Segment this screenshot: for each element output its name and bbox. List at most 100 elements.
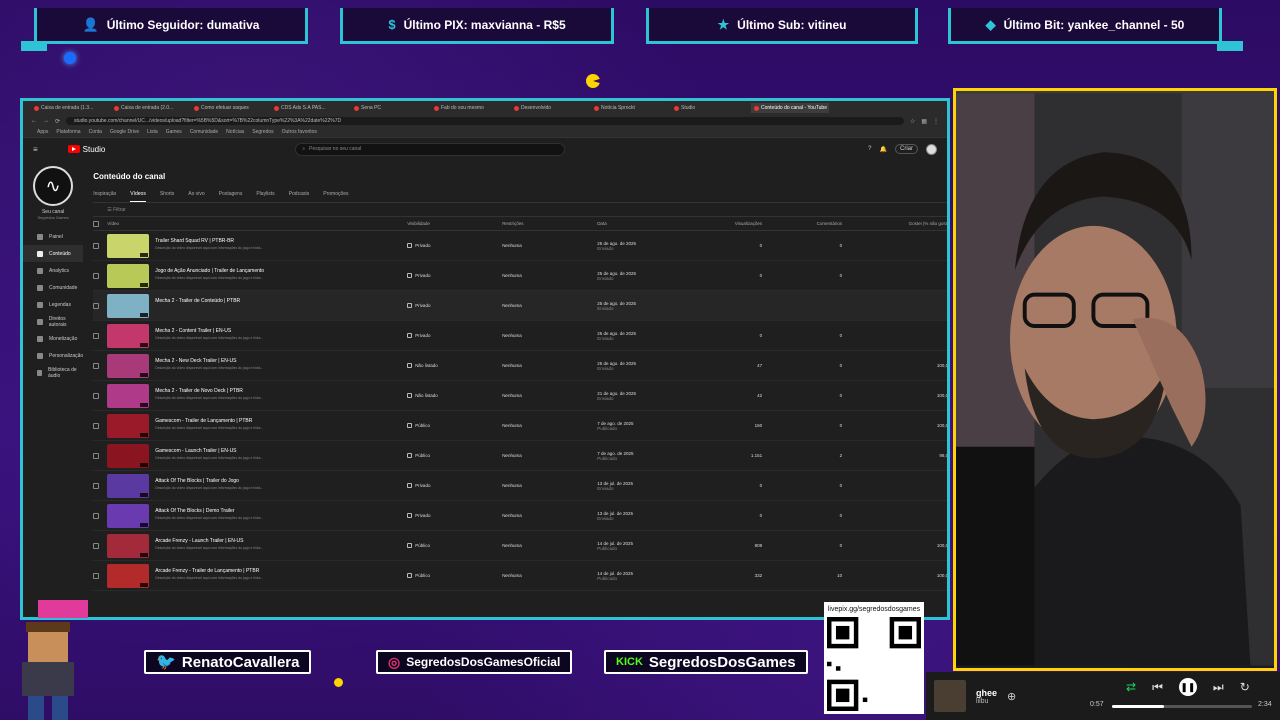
help-icon[interactable]: ? — [868, 146, 871, 152]
browser-tab[interactable]: Fab do sou mesmo — [431, 103, 509, 113]
video-thumbnail[interactable] — [107, 323, 150, 348]
row-checkbox[interactable] — [93, 512, 100, 519]
sidebar-item[interactable]: Analytics — [23, 262, 83, 279]
select-all-checkbox[interactable] — [93, 220, 100, 227]
create-button[interactable]: Criar — [895, 144, 918, 154]
video-thumbnail[interactable] — [107, 353, 150, 378]
table-row[interactable]: Attack Of The Blocks | Trailer do Jogo De… — [93, 471, 947, 501]
video-title[interactable]: Gamescom - Trailer de Lançamento | PTBR — [155, 418, 263, 424]
back-icon[interactable]: ← — [31, 118, 37, 124]
bookmark-item[interactable]: Segredos — [252, 129, 273, 135]
channel-search-input[interactable]: ⌕ Pesquisar no seu canal — [295, 142, 566, 156]
content-tab[interactable]: Podcasts — [289, 191, 310, 202]
column-header[interactable]: Restrições — [502, 221, 597, 226]
reload-icon[interactable]: ⟳ — [55, 118, 60, 125]
column-header[interactable]: Visibilidade — [407, 221, 502, 226]
table-row[interactable]: Gamescom - Launch Trailer | EN-US Descriç… — [93, 441, 947, 471]
content-tab[interactable]: Shorts — [160, 191, 174, 202]
video-title[interactable]: Mecha 2 - Trailer de Novo Deck | PTBR — [155, 388, 263, 394]
column-header[interactable]: Visualizações — [682, 221, 772, 226]
video-thumbnail[interactable] — [107, 473, 150, 498]
filter-bar[interactable]: ☰ Filtrar — [93, 203, 947, 217]
forward-icon[interactable]: → — [43, 118, 49, 124]
browser-tab[interactable]: Studio — [671, 103, 749, 113]
video-title[interactable]: Arcade Frenzy - Trailer de Lançamento | … — [155, 568, 263, 574]
video-thumbnail[interactable] — [107, 503, 150, 528]
row-checkbox[interactable] — [93, 272, 100, 279]
video-title[interactable]: Attack Of The Blocks | Trailer do Jogo — [155, 478, 263, 484]
video-title[interactable]: Jogo de Ação Anunciado | Trailer de Lanç… — [155, 268, 264, 274]
visibility-cell[interactable]: Privado — [407, 333, 502, 338]
browser-tab[interactable]: Caixa de entrada (2.0... — [111, 103, 189, 113]
table-row[interactable]: Arcade Frenzy - Trailer de Lançamento | … — [93, 561, 947, 591]
content-tab[interactable]: Promoções — [323, 191, 348, 202]
video-title[interactable]: Mecha 2 - New Deck Trailer | EN-US — [155, 358, 263, 364]
video-title[interactable]: Attack Of The Blocks | Demo Trailer — [155, 508, 263, 514]
sidebar-item[interactable]: Personalização — [23, 347, 83, 364]
sidebar-item[interactable]: Monetização — [23, 330, 83, 347]
table-row[interactable]: Mecha 2 - Content Trailer | EN-US Descriç… — [93, 321, 947, 351]
sidebar-item[interactable]: Direitos autorais — [23, 313, 83, 330]
account-avatar[interactable] — [926, 143, 937, 155]
column-header[interactable]: Gostei (% não gost...) — [852, 221, 947, 226]
video-thumbnail[interactable] — [107, 293, 150, 318]
row-checkbox[interactable] — [93, 572, 100, 579]
video-thumbnail[interactable] — [107, 533, 150, 558]
row-checkbox[interactable] — [93, 392, 100, 399]
bookmark-item[interactable]: Plataforma — [56, 129, 80, 135]
content-tab[interactable]: Ao vivo — [188, 191, 204, 202]
repeat-icon[interactable]: ↻ — [1240, 680, 1250, 694]
shuffle-icon[interactable]: ⇄ — [1126, 680, 1136, 694]
bookmark-star-icon[interactable]: ☆ — [910, 118, 915, 125]
row-checkbox[interactable] — [93, 362, 100, 369]
row-checkbox[interactable] — [93, 302, 100, 309]
sidebar-item[interactable]: Legendas — [23, 296, 83, 313]
notifications-icon[interactable]: 🔔 — [880, 146, 887, 153]
sidebar-item[interactable]: Comunidade — [23, 279, 83, 296]
url-field[interactable]: studio.youtube.com/channel/UC.../videos/… — [66, 117, 904, 125]
bookmark-item[interactable]: Apps — [37, 129, 48, 135]
extensions-icon[interactable]: ▦ — [921, 118, 927, 125]
bookmark-item[interactable]: Games — [166, 129, 182, 135]
browser-tab[interactable]: Conteúdo do canal - YouTube — [751, 103, 829, 113]
browser-tab[interactable]: Como efetuar saques — [191, 103, 269, 113]
content-tab[interactable]: Postagens — [219, 191, 243, 202]
table-row[interactable]: Arcade Frenzy - Launch Trailer | EN-US De… — [93, 531, 947, 561]
table-row[interactable]: Jogo de Ação Anunciado | Trailer de Lanç… — [93, 261, 947, 291]
video-thumbnail[interactable] — [107, 443, 150, 468]
browser-tab[interactable]: Desenvolvido — [511, 103, 589, 113]
visibility-cell[interactable]: Privado — [407, 273, 502, 278]
visibility-cell[interactable]: Público — [407, 453, 502, 458]
column-header[interactable]: Vídeo — [107, 221, 407, 226]
table-row[interactable]: Mecha 2 - Trailer de Novo Deck | PTBR Des… — [93, 381, 947, 411]
visibility-cell[interactable]: Privado — [407, 243, 502, 248]
add-song-icon[interactable]: ⊕ — [1007, 690, 1016, 703]
browser-tab[interactable]: CDS Ads S.A PAS... — [271, 103, 349, 113]
sidebar-item[interactable]: Painel — [23, 228, 83, 245]
browser-tab[interactable]: Notícia Sprockt — [591, 103, 669, 113]
video-thumbnail[interactable] — [107, 563, 150, 588]
bookmark-item[interactable]: Notícias — [226, 129, 244, 135]
previous-track-icon[interactable]: ⏮ — [1152, 680, 1163, 695]
playback-progress-bar[interactable] — [1112, 705, 1252, 708]
row-checkbox[interactable] — [93, 542, 100, 549]
hamburger-menu-icon[interactable]: ≡ — [33, 145, 38, 154]
browser-tab[interactable]: Sena PC — [351, 103, 429, 113]
visibility-cell[interactable]: Público — [407, 573, 502, 578]
video-title[interactable]: Mecha 2 - Content Trailer | EN-US — [155, 328, 263, 334]
column-header[interactable]: Comentários — [772, 221, 852, 226]
bookmark-item[interactable]: Google Drive — [110, 129, 139, 135]
table-row[interactable]: Mecha 2 - Trailer de Conteúdo | PTBR Priv… — [93, 291, 947, 321]
video-title[interactable]: Trailer Shard Squad RV | PTBR-BR — [155, 238, 263, 244]
studio-logo[interactable]: Studio — [67, 145, 105, 154]
row-checkbox[interactable] — [93, 332, 100, 339]
visibility-cell[interactable]: Público — [407, 543, 502, 548]
video-title[interactable]: Gamescom - Launch Trailer | EN-US — [155, 448, 263, 454]
row-checkbox[interactable] — [93, 422, 100, 429]
column-header[interactable]: Data — [597, 221, 682, 226]
visibility-cell[interactable]: Não listado — [407, 363, 502, 368]
video-thumbnail[interactable] — [107, 383, 150, 408]
video-thumbnail[interactable] — [107, 263, 150, 288]
video-title[interactable]: Mecha 2 - Trailer de Conteúdo | PTBR — [155, 298, 240, 304]
browser-menu-icon[interactable]: ⋮ — [933, 118, 939, 125]
